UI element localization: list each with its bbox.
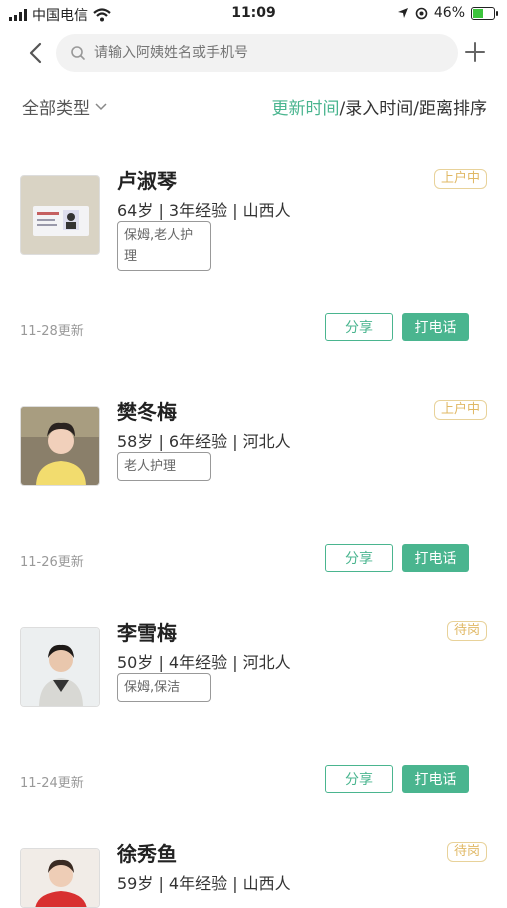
status-badge: 上户中	[433, 169, 487, 189]
search-bar[interactable]	[56, 34, 458, 72]
worker-name: 卢淑琴	[117, 169, 177, 193]
status-badge: 待岗	[446, 621, 487, 641]
alarm-lock-icon	[415, 7, 428, 19]
back-button[interactable]	[22, 36, 52, 70]
location-icon	[397, 8, 408, 18]
status-right: 46%	[397, 5, 498, 21]
worker-card[interactable]: 卢淑琴 64岁 | 3年经验 | 山西人 保姆,老人护理 上户中 11-28更新…	[0, 155, 507, 375]
update-date: 11-28更新	[20, 324, 84, 339]
worker-photo	[20, 848, 100, 908]
nav-bar	[0, 30, 507, 76]
worker-tags: 老人护理	[117, 452, 211, 481]
worker-info: 64岁 | 3年经验 | 山西人	[117, 201, 291, 220]
battery-percent: 46%	[433, 5, 465, 21]
search-input[interactable]	[92, 44, 436, 62]
update-date: 11-24更新	[20, 776, 84, 791]
status-bar: 中国电信 11:09 46%	[0, 0, 507, 28]
filter-bar: 全部类型 更新时间/录入时间/距离排序	[0, 92, 507, 122]
worker-info: 58岁 | 6年经验 | 河北人	[117, 432, 291, 451]
worker-photo	[20, 406, 100, 486]
sort-update-time[interactable]: 更新时间	[272, 99, 340, 119]
call-button[interactable]: 打电话	[402, 544, 469, 572]
battery-icon	[471, 6, 498, 20]
call-button[interactable]: 打电话	[402, 313, 469, 341]
share-button[interactable]: 分享	[325, 544, 393, 572]
share-button[interactable]: 分享	[325, 313, 393, 341]
type-filter-label: 全部类型	[22, 99, 90, 119]
worker-name: 樊冬梅	[117, 400, 177, 424]
sort-entry-time[interactable]: /录入时间	[340, 99, 414, 119]
plus-icon	[465, 42, 485, 62]
status-badge: 上户中	[433, 400, 487, 420]
worker-photo	[20, 175, 100, 255]
worker-card[interactable]: 樊冬梅 58岁 | 6年经验 | 河北人 老人护理 上户中 11-26更新 分享…	[0, 386, 507, 606]
sort-options: 更新时间/录入时间/距离排序	[272, 94, 487, 119]
worker-name: 李雪梅	[117, 621, 177, 645]
status-badge: 待岗	[446, 842, 487, 862]
worker-tags: 保姆,老人护理	[117, 221, 211, 271]
share-button[interactable]: 分享	[325, 765, 393, 793]
chevron-left-icon	[29, 42, 42, 64]
search-icon	[71, 46, 85, 60]
chevron-down-icon	[95, 102, 107, 110]
worker-info: 50岁 | 4年经验 | 河北人	[117, 653, 291, 672]
worker-card[interactable]: 李雪梅 50岁 | 4年经验 | 河北人 保姆,保洁 待岗 11-24更新 分享…	[0, 607, 507, 827]
call-button[interactable]: 打电话	[402, 765, 469, 793]
worker-tags: 保姆,保洁	[117, 673, 211, 702]
update-date: 11-26更新	[20, 555, 84, 570]
add-button[interactable]	[461, 36, 489, 68]
worker-card[interactable]: 徐秀鱼 59岁 | 4年经验 | 山西人 待岗	[0, 828, 507, 908]
worker-info: 59岁 | 4年经验 | 山西人	[117, 874, 291, 893]
type-filter-dropdown[interactable]: 全部类型	[22, 94, 108, 119]
sort-distance[interactable]: /距离排序	[413, 99, 487, 119]
worker-photo	[20, 627, 100, 707]
worker-name: 徐秀鱼	[117, 842, 177, 866]
